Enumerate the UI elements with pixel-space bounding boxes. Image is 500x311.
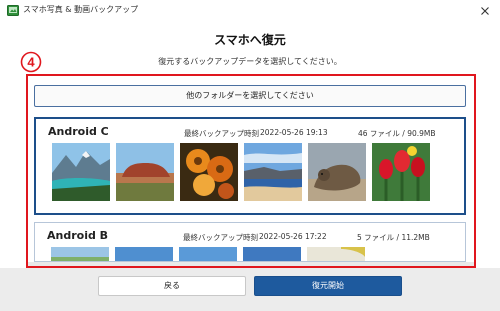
file-summary: 5 ファイル / 11.2MB — [357, 233, 430, 242]
select-folder-button[interactable]: 他のフォルダーを選択してください — [34, 85, 466, 107]
footer-bar — [0, 268, 500, 311]
last-backup-time: 2022-05-26 17:22 — [259, 232, 327, 241]
flower-photo — [307, 247, 365, 261]
blue-photo — [243, 247, 301, 261]
list-bottom-shadow — [28, 262, 474, 266]
page-subtitle: 復元するバックアップデータを選択してください。 — [158, 57, 342, 66]
lake-mountain-photo — [52, 143, 110, 201]
last-backup-time: 2022-05-26 19:13 — [260, 128, 328, 137]
orange-flowers-photo — [180, 143, 238, 201]
start-restore-button[interactable]: 復元開始 — [254, 276, 402, 296]
title-bar: スマホ写真 & 動画バックアップ — [0, 0, 500, 22]
backup-card-android-c[interactable]: Android C 最終バックアップ時刻 2022-05-26 19:13 46… — [34, 117, 466, 215]
last-backup-label: 最終バックアップ時刻 — [183, 233, 258, 242]
device-name: Android B — [47, 229, 109, 242]
backup-card-android-b[interactable]: Android B 最終バックアップ時刻 2022-05-26 17:22 5 … — [34, 222, 466, 262]
svg-text:4: 4 — [27, 55, 35, 70]
last-backup-label: 最終バックアップ時刻 — [184, 129, 259, 138]
blue-sky-photo-2 — [179, 247, 237, 261]
thumbnail-row — [52, 143, 452, 203]
seal-photo — [308, 143, 366, 201]
page-title: スマホへ復元 — [214, 33, 286, 47]
close-icon[interactable] — [478, 4, 492, 18]
app-icon — [7, 5, 19, 16]
file-summary: 46 ファイル / 90.9MB — [358, 129, 436, 138]
step-badge: 4 — [20, 51, 42, 73]
back-button[interactable]: 戻る — [98, 276, 246, 296]
window-title: スマホ写真 & 動画バックアップ — [23, 5, 139, 14]
blue-sky-photo — [115, 247, 173, 261]
red-tulips-photo — [372, 143, 430, 201]
red-rock-photo — [116, 143, 174, 201]
green-field-photo — [51, 247, 109, 261]
device-name: Android C — [48, 125, 109, 138]
coast-photo — [244, 143, 302, 201]
thumbnail-row — [51, 247, 451, 261]
